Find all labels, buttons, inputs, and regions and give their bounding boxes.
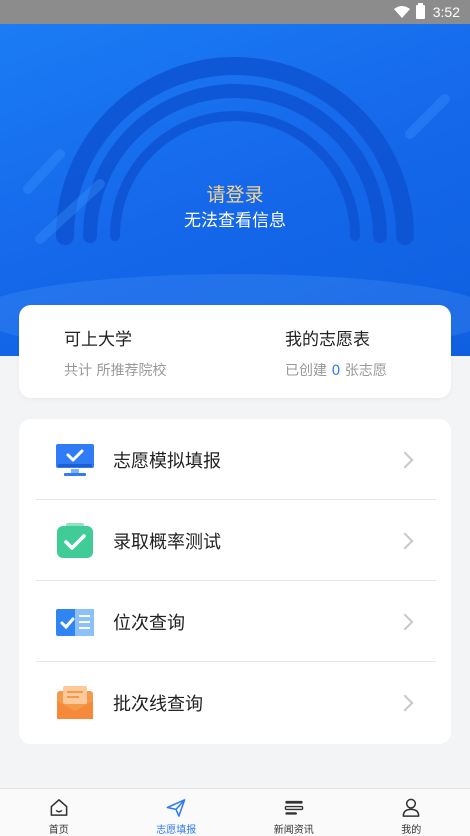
menu-label: 位次查询 xyxy=(113,612,185,634)
stat-prefix: 共计 xyxy=(64,363,92,379)
home-icon xyxy=(50,799,68,816)
my-applications-stat[interactable]: 我的志愿表 已创建 0 张志愿 xyxy=(285,325,387,380)
wifi-icon xyxy=(393,6,410,18)
stats-card: 可上大学 共计 所推荐院校 我的志愿表 已创建 0 张志愿 xyxy=(19,305,451,398)
stat-suffix: 所推荐院校 xyxy=(96,363,167,379)
application-count: 0 xyxy=(331,363,341,379)
tab-home[interactable]: 首页 xyxy=(0,789,118,836)
chevron-right-icon xyxy=(396,694,414,711)
menu-label: 录取概率测试 xyxy=(113,531,221,553)
menu-label: 志愿模拟填报 xyxy=(113,450,221,472)
stat-title: 我的志愿表 xyxy=(285,330,370,350)
menu-item-rank-query[interactable]: 位次查询 xyxy=(19,581,451,662)
stat-title: 可上大学 xyxy=(64,330,132,350)
chevron-right-icon xyxy=(396,613,414,630)
chevron-right-icon xyxy=(396,532,414,549)
monitor-check-icon xyxy=(56,443,94,476)
chevron-right-icon xyxy=(396,451,414,468)
tab-profile[interactable]: 我的 xyxy=(353,789,470,836)
tab-label: 首页 xyxy=(48,825,69,836)
bottom-tab-bar: 首页 志愿填报 新闻资讯 我的 xyxy=(0,788,470,836)
menu-item-batch-line-query[interactable]: 批次线查询 xyxy=(19,662,451,743)
paper-plane-icon xyxy=(166,799,186,817)
stat-prefix: 已创建 xyxy=(285,363,327,379)
tab-label: 志愿填报 xyxy=(156,825,197,836)
ranking-card-icon xyxy=(56,608,94,636)
user-icon xyxy=(402,798,420,817)
login-prompt[interactable]: 请登录 xyxy=(0,180,470,207)
clipboard-check-icon xyxy=(57,522,93,558)
menu-item-admission-probability[interactable]: 录取概率测试 xyxy=(19,500,451,581)
menu-item-mock-application[interactable]: 志愿模拟填报 xyxy=(19,419,451,500)
news-list-icon xyxy=(284,800,304,815)
battery-icon xyxy=(415,3,425,19)
tab-application[interactable]: 志愿填报 xyxy=(118,789,236,836)
tab-news[interactable]: 新闻资讯 xyxy=(235,789,353,836)
status-time: 3:52 xyxy=(432,4,460,20)
tab-label: 新闻资讯 xyxy=(273,825,314,836)
tab-label: 我的 xyxy=(401,825,422,836)
feature-menu: 志愿模拟填报 录取概率测试 位次查询 批次线查询 xyxy=(19,419,451,744)
menu-label: 批次线查询 xyxy=(113,693,203,715)
login-hint: 无法查看信息 xyxy=(184,211,286,231)
envelope-icon xyxy=(57,685,93,719)
eligible-universities-stat[interactable]: 可上大学 共计 所推荐院校 xyxy=(64,325,166,380)
status-bar: 3:52 xyxy=(0,0,470,24)
stat-suffix: 张志愿 xyxy=(344,363,387,379)
